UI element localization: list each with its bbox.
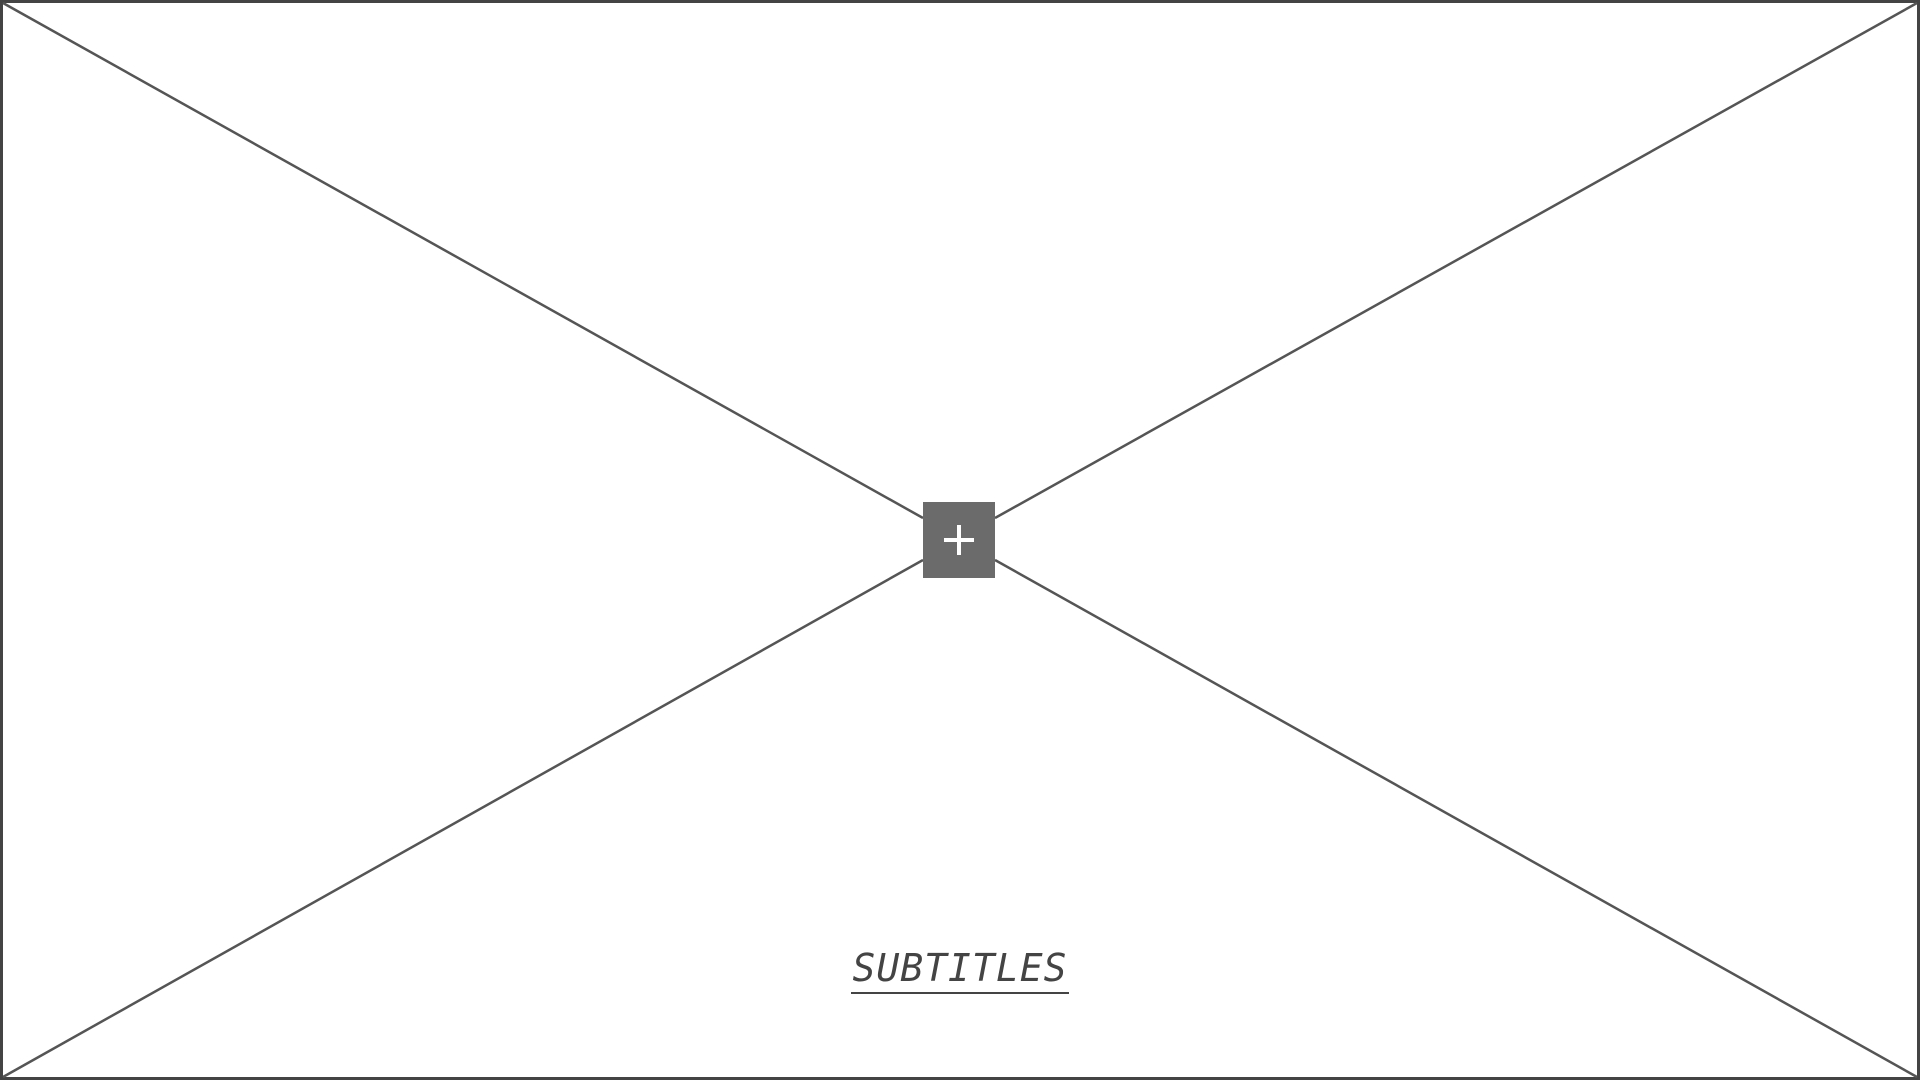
add-media-button[interactable] [923, 502, 995, 578]
plus-icon [944, 525, 974, 555]
subtitles-link[interactable]: SUBTITLES [850, 947, 1070, 994]
